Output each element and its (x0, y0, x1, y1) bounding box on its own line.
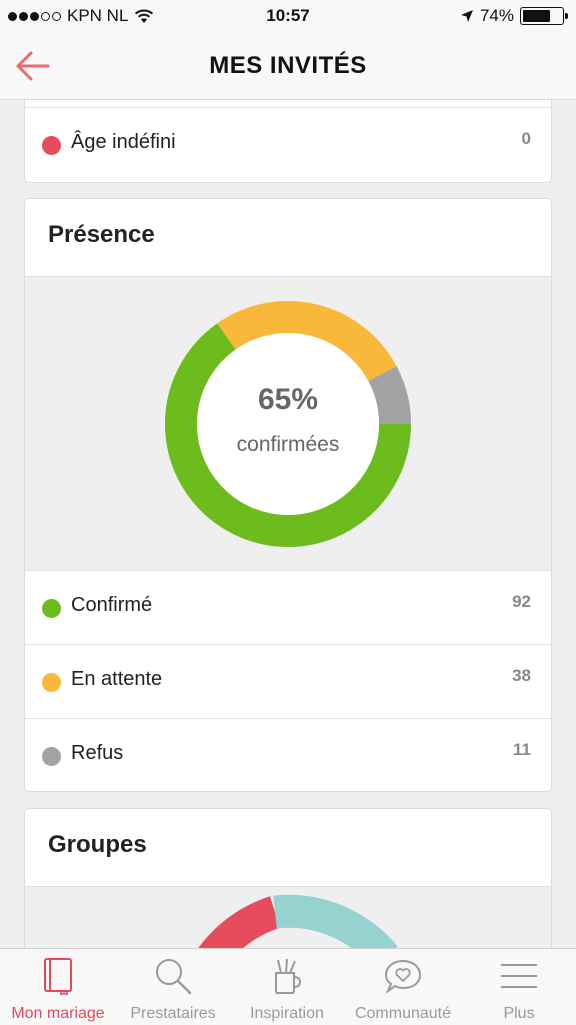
tab-inspiration[interactable]: Inspiration (230, 949, 344, 1025)
presence-title: Présence (48, 221, 155, 248)
presence-donut-chart[interactable] (25, 277, 551, 570)
tab-mon-mariage[interactable]: Mon mariage (0, 949, 116, 1025)
tab-label: Prestataires (130, 1005, 216, 1022)
legend-dot (42, 673, 61, 692)
list-item-declined[interactable]: Refus 11 (25, 718, 551, 792)
legend-dot (42, 599, 61, 618)
list-item-confirmed[interactable]: Confirmé 92 (25, 570, 551, 644)
tab-label: Inspiration (250, 1005, 324, 1022)
notebook-icon (44, 958, 72, 995)
page-title: MES INVITÉS (209, 52, 367, 79)
battery-icon (520, 7, 568, 25)
list-item-label: Confirmé (71, 594, 153, 616)
speech-bubble-heart-icon (384, 959, 422, 994)
tab-label: Mon mariage (11, 1005, 105, 1022)
list-item-label: Âge indéfini (71, 131, 176, 153)
presence-chart-area: 65% confirmées (25, 277, 551, 570)
status-bar: KPN NL 10:57 74% (0, 0, 576, 34)
legend-dot (42, 136, 61, 155)
tab-communaute[interactable]: Communauté (344, 949, 462, 1025)
list-item-label: En attente (71, 668, 163, 690)
presence-card: Présence 65% confirmées Confirmé 92 En a… (24, 198, 552, 792)
chart-center-label: confirmées (236, 433, 340, 456)
presence-legend-list: Confirmé 92 En attente 38 Refus 11 (25, 570, 551, 792)
tab-plus[interactable]: Plus (462, 949, 576, 1025)
battery-percent: 74% (479, 6, 514, 25)
menu-icon (501, 964, 537, 988)
legend-dot (42, 747, 61, 766)
tab-label: Plus (503, 1005, 535, 1022)
list-item-count: 92 (512, 592, 531, 611)
list-item-age-undefined[interactable]: Âge indéfini 0 (25, 107, 551, 182)
list-item-count: 38 (512, 666, 531, 685)
pencil-cup-icon (275, 958, 302, 994)
list-item-count: 0 (521, 129, 531, 148)
location-arrow-icon (460, 10, 473, 22)
tab-bar: Mon mariage Prestataires Inspiration Com… (0, 948, 576, 1025)
tab-label: Communauté (354, 1005, 452, 1022)
tab-prestataires[interactable]: Prestataires (116, 949, 230, 1025)
list-item-count: 11 (513, 740, 531, 759)
groups-title: Groupes (48, 831, 147, 858)
list-item-label: Refus (71, 742, 124, 764)
donut-center (197, 333, 379, 515)
search-icon (156, 959, 192, 995)
list-item-pending[interactable]: En attente 38 (25, 644, 551, 718)
chart-center-value: 65% (257, 383, 319, 416)
